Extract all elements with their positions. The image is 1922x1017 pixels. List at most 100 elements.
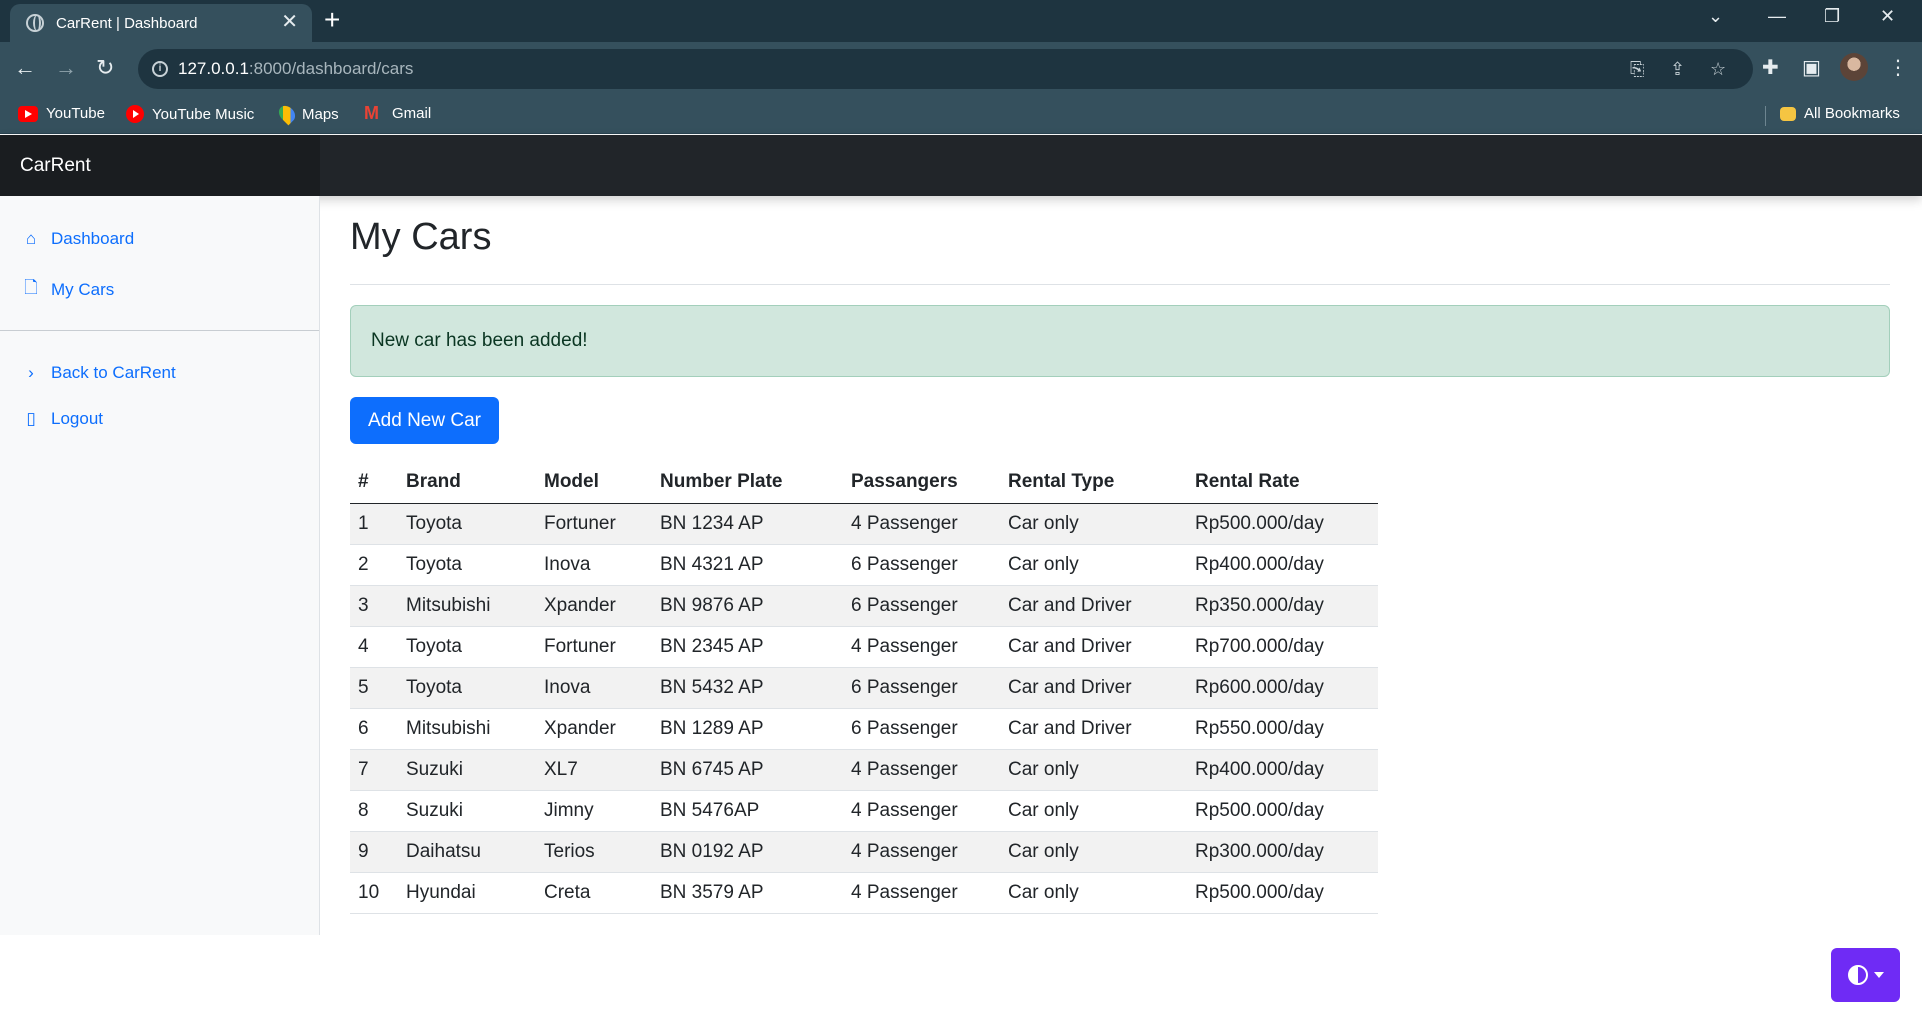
cell-number: 8 (350, 790, 398, 832)
contrast-icon (1847, 965, 1868, 985)
back-icon[interactable]: ← (14, 55, 36, 81)
cell-rental-type: Car and Driver (1000, 626, 1187, 668)
success-alert: New car has been added! (350, 305, 1890, 377)
cell-number-plate: BN 5432 AP (652, 667, 843, 709)
menu-kebab-icon[interactable]: ⋮ (1888, 55, 1908, 80)
cell-brand: Daihatsu (398, 831, 536, 873)
all-bookmarks-button[interactable]: All Bookmarks (1780, 105, 1900, 122)
header-rental-type: Rental Type (1000, 462, 1187, 504)
cell-number: 2 (350, 544, 398, 586)
cell-number: 4 (350, 626, 398, 668)
house-icon: ⌂ (25, 229, 37, 248)
cell-rental-rate: Rp400.000/day (1187, 749, 1378, 791)
translate-icon[interactable]: ⎘ (1630, 59, 1644, 80)
table-row: 2 Toyota Inova BN 4321 AP 6 Passenger Car onl… (350, 544, 1378, 586)
cell-passangers: 6 Passenger (843, 708, 1000, 750)
cell-number-plate: BN 2345 AP (652, 626, 843, 668)
cars-table: # Brand Model Number Plate Passangers Re… (350, 462, 1378, 914)
header-brand: Brand (398, 462, 536, 504)
all-bookmarks-label: All Bookmarks (1804, 105, 1900, 122)
cell-rental-rate: Rp600.000/day (1187, 667, 1378, 709)
chevron-right-icon: › (28, 363, 34, 382)
sidebar: ⌂ Dashboard 🗋 My Cars › Back to CarRent … (0, 196, 320, 935)
bookmark-star-icon[interactable]: ☆ (1710, 59, 1726, 80)
browser-tab[interactable]: CarRent | Dashboard ✕ (10, 4, 312, 42)
minimize-icon[interactable]: — (1768, 6, 1786, 27)
cell-model: XL7 (536, 749, 652, 791)
url-host: 127.0.0.1 (178, 59, 249, 78)
address-bar[interactable]: i 127.0.0.1:8000/dashboard/cars ⎘ ⇪ ☆ (138, 49, 1753, 89)
table-row: 4 Toyota Fortuner BN 2345 AP 4 Passenger Car … (350, 626, 1378, 668)
table-body: 1 Toyota Fortuner BN 1234 AP 4 Passenger Car … (350, 503, 1378, 914)
sidebar-divider (0, 330, 319, 331)
navbar-brand[interactable]: CarRent (0, 135, 320, 196)
sidebar-item-back-to-carrent[interactable]: › Back to CarRent (20, 363, 176, 383)
reload-icon[interactable]: ↻ (96, 55, 114, 81)
sidebar-item-dashboard[interactable]: ⌂ Dashboard (20, 229, 134, 249)
bookmarks-bar: YouTube YouTube Music Maps Gmail All Boo… (0, 96, 1922, 134)
cell-passangers: 6 Passenger (843, 544, 1000, 586)
table-row: 3 Mitsubishi Xpander BN 9876 AP 6 Passenger C… (350, 585, 1378, 627)
extensions-icon[interactable]: ✚ (1762, 55, 1779, 80)
cell-number-plate: BN 5476AP (652, 790, 843, 832)
globe-icon (26, 14, 44, 32)
header-number-plate: Number Plate (652, 462, 843, 504)
sidebar-item-label: Back to CarRent (51, 363, 176, 382)
site-info-icon[interactable]: i (152, 61, 168, 77)
tab-title: CarRent | Dashboard (56, 14, 198, 32)
share-icon[interactable]: ⇪ (1670, 59, 1685, 80)
sidebar-item-my-cars[interactable]: 🗋 My Cars (20, 275, 114, 304)
bookmarks-divider (1765, 106, 1766, 126)
table-row: 6 Mitsubishi Xpander BN 1289 AP 6 Passenger C… (350, 708, 1378, 750)
bookmark-maps[interactable]: Maps (275, 102, 339, 126)
header-rental-rate: Rental Rate (1187, 462, 1378, 504)
table-row: 7 Suzuki XL7 BN 6745 AP 4 Passenger Car only R… (350, 749, 1378, 791)
cell-brand: Mitsubishi (398, 585, 536, 627)
youtube-music-icon (126, 105, 144, 123)
cell-rental-rate: Rp500.000/day (1187, 503, 1378, 545)
url-path: :8000/dashboard/cars (248, 59, 414, 78)
cell-number: 5 (350, 667, 398, 709)
maps-icon (275, 102, 299, 126)
header-model: Model (536, 462, 652, 504)
forward-icon[interactable]: → (55, 55, 77, 81)
cell-rental-rate: Rp500.000/day (1187, 790, 1378, 832)
bookmark-label: YouTube Music (152, 105, 255, 123)
bookmark-label: Maps (302, 105, 339, 123)
cell-number-plate: BN 4321 AP (652, 544, 843, 586)
sidebar-item-label: Dashboard (51, 229, 135, 248)
cell-rental-type: Car only (1000, 544, 1187, 586)
new-tab-button[interactable]: + (324, 6, 340, 34)
cell-model: Terios (536, 831, 652, 873)
profile-avatar[interactable] (1840, 53, 1868, 81)
close-window-icon[interactable]: ✕ (1880, 6, 1895, 27)
side-panel-icon[interactable]: ▣ (1802, 55, 1821, 80)
cell-rental-type: Car only (1000, 872, 1187, 914)
cell-rental-rate: Rp550.000/day (1187, 708, 1378, 750)
bookmark-youtube-music[interactable]: YouTube Music (126, 105, 254, 123)
theme-toggle-button[interactable] (1831, 948, 1900, 1002)
cell-passangers: 4 Passenger (843, 503, 1000, 545)
page-title: My Cars (350, 216, 492, 258)
cell-rental-rate: Rp700.000/day (1187, 626, 1378, 668)
tab-search-icon[interactable]: ⌄ (1708, 6, 1723, 27)
close-tab-icon[interactable]: ✕ (281, 12, 298, 32)
cell-passangers: 4 Passenger (843, 831, 1000, 873)
restore-icon[interactable]: ❐ (1824, 6, 1840, 27)
table-row: 5 Toyota Inova BN 5432 AP 6 Passenger Car and… (350, 667, 1378, 709)
browser-toolbar: ← → ↻ i 127.0.0.1:8000/dashboard/cars ⎘ … (0, 42, 1922, 96)
cell-rental-type: Car and Driver (1000, 708, 1187, 750)
bookmark-youtube[interactable]: YouTube (18, 105, 105, 122)
add-new-car-button[interactable]: Add New Car (350, 397, 499, 444)
sidebar-item-logout[interactable]: ▯ Logout (20, 409, 103, 429)
cell-passangers: 4 Passenger (843, 626, 1000, 668)
sidebar-item-label: Logout (51, 409, 103, 428)
cell-brand: Toyota (398, 626, 536, 668)
table-row: 9 Daihatsu Terios BN 0192 AP 4 Passenger Car … (350, 831, 1378, 873)
table-row: 8 Suzuki Jimny BN 5476AP 4 Passenger Car only… (350, 790, 1378, 832)
folder-icon (1780, 106, 1796, 121)
cell-number: 3 (350, 585, 398, 627)
cell-brand: Mitsubishi (398, 708, 536, 750)
bookmark-gmail[interactable]: Gmail (364, 103, 431, 124)
cell-rental-type: Car only (1000, 831, 1187, 873)
